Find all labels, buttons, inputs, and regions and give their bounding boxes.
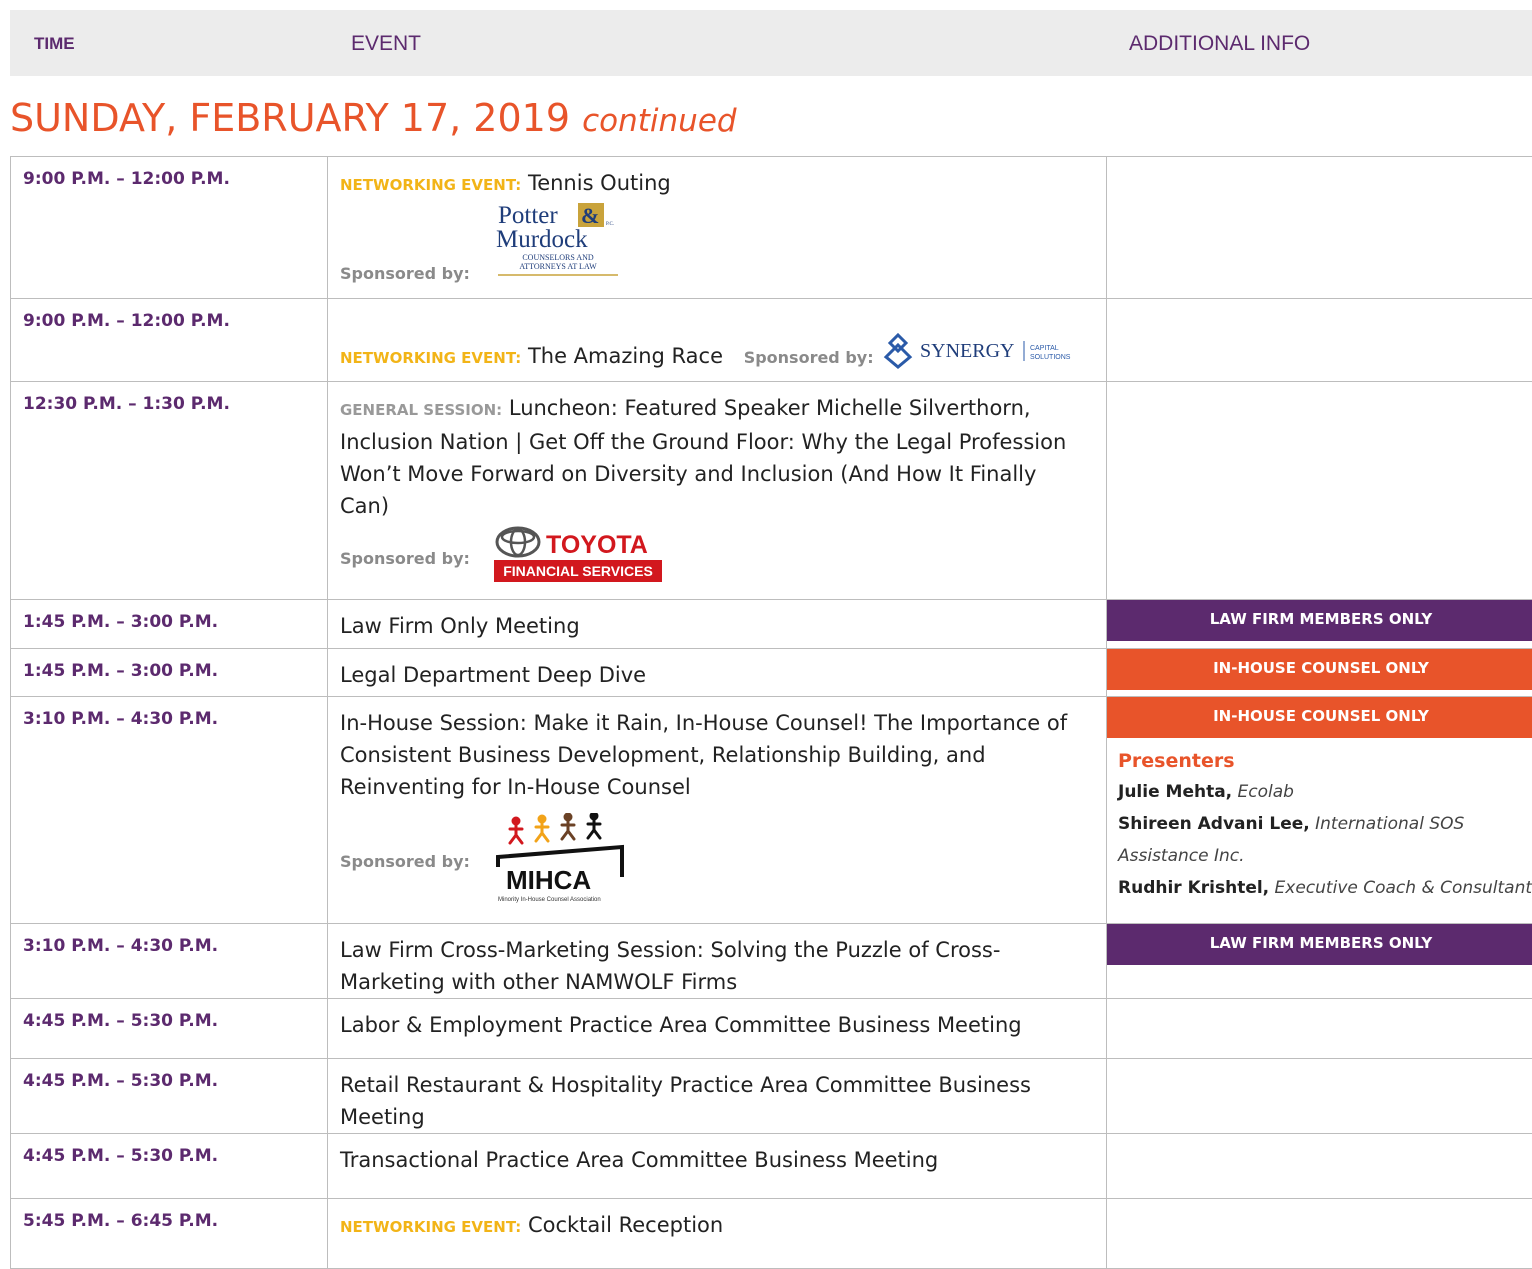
in-house-only-badge: IN-HOUSE COUNSEL ONLY [1107, 697, 1532, 738]
networking-tag: NETWORKING EVENT: [340, 1218, 521, 1236]
row-time: 1:45 P.M. – 3:00 P.M. [11, 600, 327, 632]
presenter-org: Ecolab [1238, 782, 1294, 802]
header-event: EVENT [351, 32, 421, 56]
sponsored-by-label: Sponsored by: [340, 264, 470, 283]
logo-text: COUNSELORS AND [522, 253, 594, 262]
presenter-name: Shireen Advani Lee, [1118, 814, 1310, 834]
day-date: SUNDAY, FEBRUARY 17, 2019 [10, 96, 570, 140]
presenter-name: Julie Mehta, [1118, 782, 1232, 802]
row-time: 3:10 P.M. – 4:30 P.M. [11, 697, 327, 729]
potter-murdock-logo: Potter & P.C. Murdock COUNSELORS AND ATT… [494, 199, 624, 285]
table-row: 9:00 P.M. – 12:00 P.M. NETWORKING EVENT:… [11, 157, 1532, 299]
in-house-only-badge: IN-HOUSE COUNSEL ONLY [1107, 649, 1532, 690]
day-title: SUNDAY, FEBRUARY 17, 2019 continued [10, 96, 737, 140]
row-time: 4:45 P.M. – 5:30 P.M. [11, 999, 327, 1031]
sponsored-by-label: Sponsored by: [340, 852, 470, 871]
networking-tag: NETWORKING EVENT: [340, 176, 521, 194]
event-title: The Amazing Race [528, 344, 723, 368]
row-time: 4:45 P.M. – 5:30 P.M. [11, 1134, 327, 1166]
row-time: 1:45 P.M. – 3:00 P.M. [11, 649, 327, 681]
row-event: Law Firm Only Meeting [328, 600, 1106, 642]
logo-text: SOLUTIONS [1030, 354, 1071, 361]
row-event: NETWORKING EVENT: The Amazing Race Spons… [328, 299, 1106, 374]
logo-text: Murdock [496, 226, 588, 253]
row-time: 5:45 P.M. – 6:45 P.M. [11, 1199, 327, 1231]
presenter-org: International SOS [1315, 814, 1464, 834]
row-event: Transactional Practice Area Committee Bu… [328, 1134, 1106, 1176]
table-row: 3:10 P.M. – 4:30 P.M. In-House Session: … [11, 697, 1532, 924]
day-continued: continued [582, 103, 736, 139]
event-title: Cocktail Reception [528, 1213, 723, 1237]
logo-text: SYNERGY [920, 340, 1014, 362]
table-row: 5:45 P.M. – 6:45 P.M. NETWORKING EVENT: … [11, 1199, 1532, 1269]
svg-text:&: & [581, 203, 599, 228]
column-header-bar: TIME EVENT ADDITIONAL INFO [10, 10, 1532, 76]
presenter: Rudhir Krishtel, Executive Coach & Consu… [1118, 872, 1532, 904]
row-event: Law Firm Cross-Marketing Session: Solvin… [328, 924, 1106, 998]
presenter-org: Assistance Inc. [1118, 846, 1245, 866]
law-firm-only-badge: LAW FIRM MEMBERS ONLY [1107, 924, 1532, 965]
row-event: NETWORKING EVENT: Tennis Outing [328, 157, 1106, 201]
logo-text: TOYOTA [546, 531, 648, 559]
logo-text: Potter [498, 202, 558, 229]
schedule-table: 9:00 P.M. – 12:00 P.M. NETWORKING EVENT:… [10, 156, 1532, 1269]
table-row: 1:45 P.M. – 3:00 P.M. Legal Department D… [11, 649, 1532, 697]
row-time: 12:30 P.M. – 1:30 P.M. [11, 382, 327, 414]
table-row: 4:45 P.M. – 5:30 P.M. Retail Restaurant … [11, 1059, 1532, 1134]
row-time: 4:45 P.M. – 5:30 P.M. [11, 1059, 327, 1091]
presenters-title: Presenters [1118, 746, 1532, 776]
sponsored-by-label: Sponsored by: [340, 549, 470, 568]
presenter: Julie Mehta, Ecolab [1118, 776, 1532, 808]
logo-text: ATTORNEYS AT LAW [519, 262, 597, 271]
table-row: 3:10 P.M. – 4:30 P.M. Law Firm Cross-Mar… [11, 924, 1532, 999]
header-additional-info: ADDITIONAL INFO [1129, 32, 1310, 56]
row-time: 9:00 P.M. – 12:00 P.M. [11, 157, 327, 189]
table-row: 12:30 P.M. – 1:30 P.M. GENERAL SESSION: … [11, 382, 1532, 600]
mihca-logo: MIHCA Minority In-House Counsel Associat… [494, 813, 628, 905]
networking-tag: NETWORKING EVENT: [340, 349, 521, 367]
row-event: Labor & Employment Practice Area Committ… [328, 999, 1106, 1041]
logo-text: CAPITAL [1030, 345, 1059, 352]
row-event: In-House Session: Make it Rain, In-House… [328, 697, 1106, 803]
row-event: Legal Department Deep Dive [328, 649, 1106, 691]
header-time: TIME [34, 34, 75, 54]
presenters-block: Presenters Julie Mehta, Ecolab Shireen A… [1107, 738, 1532, 904]
logo-text: Minority In-House Counsel Association [498, 897, 601, 903]
row-time: 9:00 P.M. – 12:00 P.M. [11, 299, 327, 331]
synergy-logo: SYNERGY CAPITAL SOLUTIONS [880, 333, 1080, 369]
presenter-org: Executive Coach & Consultant [1275, 878, 1532, 898]
presenter-name: Rudhir Krishtel, [1118, 878, 1269, 898]
logo-text: FINANCIAL SERVICES [503, 563, 653, 579]
table-row: 4:45 P.M. – 5:30 P.M. Transactional Prac… [11, 1134, 1532, 1199]
logo-text: MIHCA [506, 865, 591, 895]
row-time: 3:10 P.M. – 4:30 P.M. [11, 924, 327, 956]
toyota-financial-logo: TOYOTA FINANCIAL SERVICES [494, 526, 662, 582]
table-row: 4:45 P.M. – 5:30 P.M. Labor & Employment… [11, 999, 1532, 1059]
presenter: Shireen Advani Lee, International SOS [1118, 808, 1532, 840]
law-firm-only-badge: LAW FIRM MEMBERS ONLY [1107, 600, 1532, 641]
table-row: 9:00 P.M. – 12:00 P.M. NETWORKING EVENT:… [11, 299, 1532, 382]
logo-text: P.C. [606, 222, 614, 227]
sponsored-by-label: Sponsored by: [744, 348, 874, 367]
presenter: Assistance Inc. [1118, 840, 1532, 872]
row-event: NETWORKING EVENT: Cocktail Reception [328, 1199, 1106, 1243]
table-row: 1:45 P.M. – 3:00 P.M. Law Firm Only Meet… [11, 600, 1532, 649]
row-event: GENERAL SESSION: Luncheon: Featured Spea… [328, 382, 1106, 522]
event-title: Tennis Outing [528, 171, 671, 195]
row-event: Retail Restaurant & Hospitality Practice… [328, 1059, 1106, 1133]
general-session-tag: GENERAL SESSION: [340, 401, 502, 419]
